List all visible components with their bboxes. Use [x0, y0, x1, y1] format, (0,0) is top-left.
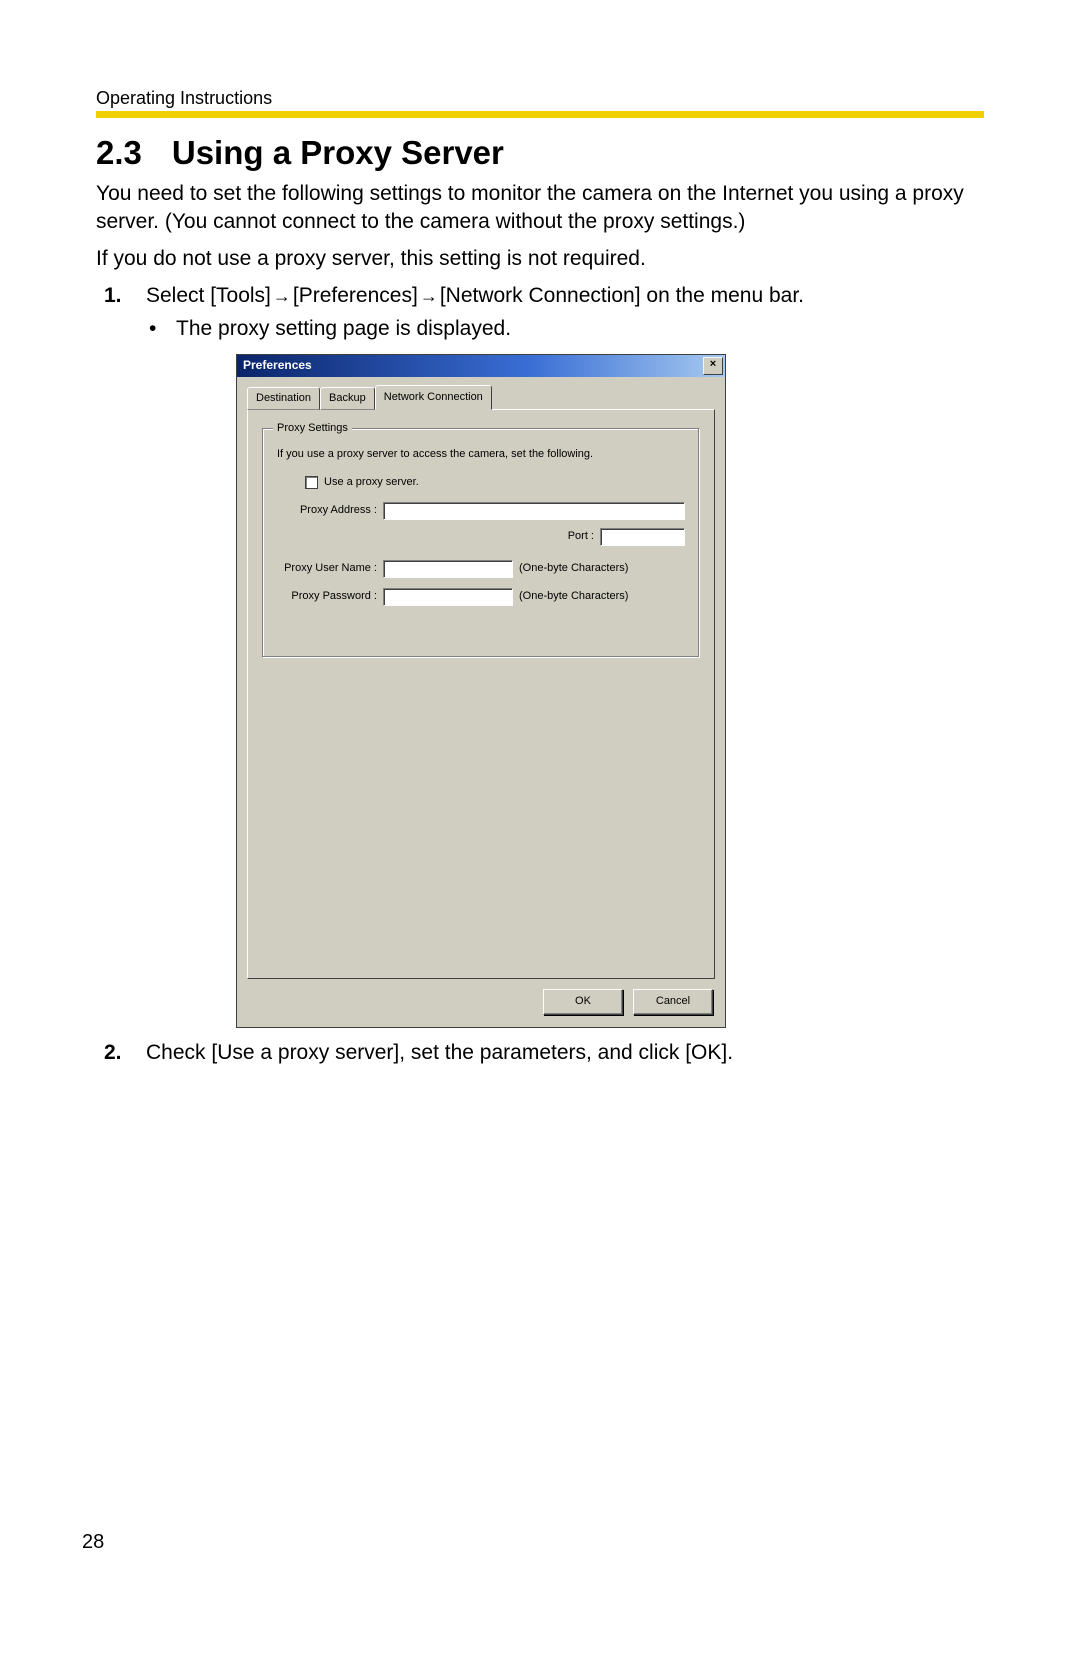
proxy-user-input[interactable] [383, 560, 513, 578]
close-button[interactable]: × [703, 357, 723, 375]
onebyte-hint-password: (One-byte Characters) [519, 589, 628, 604]
use-proxy-checkbox[interactable] [305, 476, 318, 489]
arrow-icon: → [271, 286, 293, 306]
page-header: Operating Instructions [96, 88, 984, 109]
intro-paragraph-2: If you do not use a proxy server, this s… [96, 245, 984, 273]
ok-button[interactable]: OK [543, 989, 623, 1015]
port-input[interactable] [600, 528, 685, 546]
proxy-user-label: Proxy User Name : [277, 561, 383, 576]
cancel-button[interactable]: Cancel [633, 989, 713, 1015]
proxy-password-label: Proxy Password : [277, 589, 383, 604]
fieldset-legend: Proxy Settings [273, 421, 352, 436]
step-1-text-c: [Network Connection] on the menu bar. [440, 284, 804, 307]
page-number: 28 [82, 1531, 104, 1554]
step-2-number: 2. [104, 1038, 122, 1067]
preferences-dialog: Preferences × Destination Backup Network… [236, 354, 726, 1028]
step-1-number: 1. [104, 281, 122, 310]
dialog-footer: OK Cancel [237, 979, 725, 1027]
tab-panel: Proxy Settings If you use a proxy server… [247, 409, 715, 979]
step-1: 1. Select [Tools]→[Preferences]→[Network… [96, 281, 984, 1028]
section-number: 2.3 [96, 134, 142, 171]
fieldset-desc: If you use a proxy server to access the … [277, 447, 685, 462]
section-title-text: Using a Proxy Server [172, 134, 504, 171]
proxy-password-input[interactable] [383, 588, 513, 606]
port-label: Port : [568, 529, 600, 544]
intro-paragraph-1: You need to set the following settings t… [96, 180, 984, 237]
step-1-text-b: [Preferences] [293, 284, 418, 307]
tab-destination[interactable]: Destination [247, 387, 320, 410]
use-proxy-row: Use a proxy server. [277, 475, 685, 490]
proxy-settings-fieldset: Proxy Settings If you use a proxy server… [262, 428, 700, 658]
use-proxy-label: Use a proxy server. [324, 475, 419, 490]
proxy-address-label: Proxy Address : [277, 503, 383, 518]
tabs-row: Destination Backup Network Connection [247, 387, 715, 410]
step-2: 2. Check [Use a proxy server], set the p… [96, 1038, 984, 1067]
header-rule [96, 111, 984, 118]
step-1-text-a: Select [Tools] [146, 284, 271, 307]
tab-backup[interactable]: Backup [320, 387, 375, 410]
dialog-title: Preferences [243, 357, 703, 374]
step-1-sub-bullet: The proxy setting page is displayed. [146, 314, 984, 343]
arrow-icon: → [418, 286, 440, 306]
proxy-address-input[interactable] [383, 502, 685, 520]
tab-network-connection[interactable]: Network Connection [375, 385, 492, 410]
step-2-text: Check [Use a proxy server], set the para… [146, 1041, 733, 1064]
dialog-titlebar: Preferences × [237, 355, 725, 377]
section-heading: 2.3 Using a Proxy Server [96, 134, 984, 172]
onebyte-hint-user: (One-byte Characters) [519, 561, 628, 576]
